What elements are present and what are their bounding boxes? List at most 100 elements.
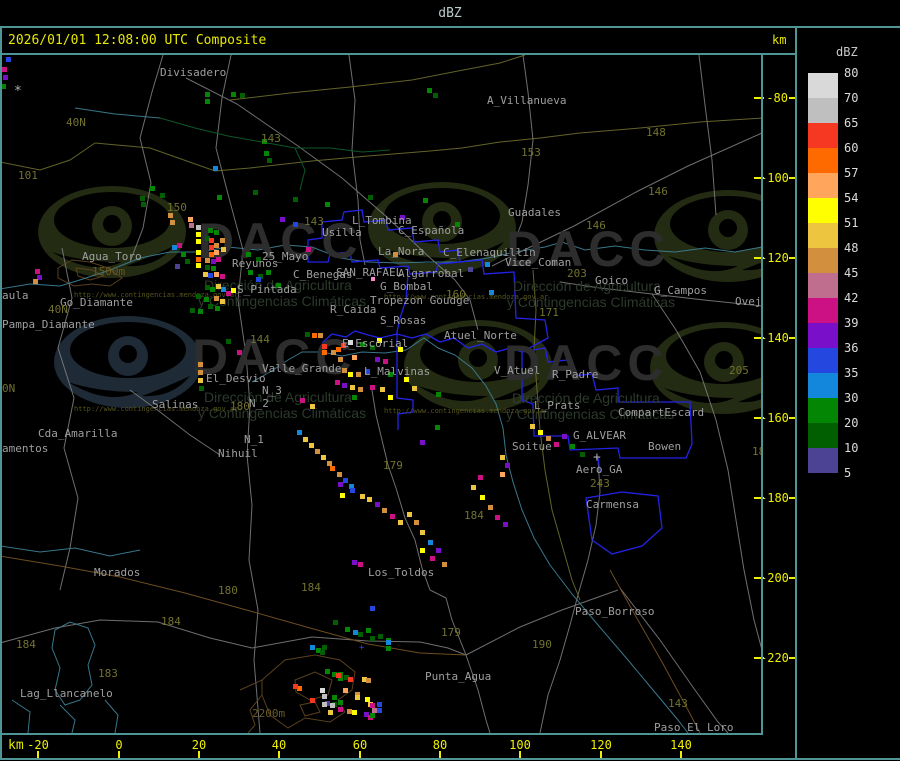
radar-echo [430,556,435,561]
radar-echo [181,252,186,257]
radar-echo [433,93,438,98]
route-number-label: 180 [218,584,238,597]
place-label: Goico [595,274,629,287]
radar-echo [337,472,342,477]
colorbar-tick-label: 60 [844,141,859,155]
route-number-label: 143 [304,215,324,228]
radar-echo [248,270,253,275]
radar-echo [442,562,447,567]
place-label: N_2 [249,397,269,410]
colorbar-swatch [808,448,838,473]
panel-right-border [795,26,797,760]
place-label: CompartEscard [618,406,705,419]
colorbar-tick-label: 20 [844,416,859,430]
colorbar-tick-label: 54 [844,191,859,205]
radar-echo [580,452,585,457]
place-label: N_1 [244,433,264,446]
radar-echo [198,370,203,375]
radar-echo [355,695,360,700]
map-layer-routes-brown [2,555,701,733]
radar-echo [538,430,543,435]
radar-echo [196,257,201,262]
radar-echo [468,267,473,272]
place-label: S_Pintada [237,283,297,296]
title-bar: dBZ [0,0,900,26]
radar-echo [315,449,320,454]
radar-echo [480,495,485,500]
radar-echo [3,75,8,80]
radar-echo [264,151,269,156]
route-number-label: 0N [2,382,16,395]
radar-echo [189,223,194,228]
radar-echo [322,702,327,707]
radar-echo [336,673,341,678]
place-label: Soitue [512,440,552,453]
bottom-axis-tick-label: 80 [432,738,448,752]
colorbar-swatch [808,273,838,298]
route-number-label: 40N [66,116,86,129]
radar-echo [293,222,298,227]
colorbar-tick-label: 10 [844,441,859,455]
radar-echo [423,198,428,203]
radar-echo [303,437,308,442]
route-number-label: 190 [532,638,552,651]
radar-echo [360,494,365,499]
radar-echo [435,425,440,430]
radar-echo [375,357,380,362]
radar-echo [427,88,432,93]
radar-echo [348,677,353,682]
place-label: Cda_Amarilla [38,427,118,440]
route-number-label: 144 [250,333,270,346]
radar-echo [280,217,285,222]
map-top-border [0,53,797,55]
radar-echo [358,562,363,567]
right-axis-tick-label: -120 [760,251,789,265]
route-number-label: 150 [167,201,187,214]
radar-echo [208,273,213,278]
right-axis-tick-label: -80 [766,91,788,105]
page-title: dBZ [438,6,462,21]
radar-echo [196,239,201,244]
colorbar-swatch [808,398,838,423]
right-axis-tick-label: -200 [760,571,789,585]
radar-echo [215,306,220,311]
place-label: Pampa_Diamante [2,318,95,331]
radar-echo [370,713,375,718]
radar-echo [375,502,380,507]
radar-echo [338,707,343,712]
radar-echo [220,274,225,279]
place-label: L_Malvinas [364,365,431,378]
radar-echo [208,304,213,309]
map-right-border [761,53,763,735]
site-cross-marker: + [593,450,601,465]
radar-echo [370,636,375,641]
km-unit-top: km [772,33,787,47]
colorbar-swatch [808,73,838,98]
place-label: C_Benegas [293,268,353,281]
bottom-axis-tick [600,751,602,758]
radar-echo [352,710,357,715]
radar-echo [345,627,350,632]
radar-echo [2,67,7,72]
route-number-label: 184 [16,638,36,651]
colorbar-swatch [808,98,838,123]
radar-echo [407,512,412,517]
radar-echo [358,387,363,392]
radar-echo [322,350,327,355]
place-label: amentos [2,442,49,455]
radar-echo [190,308,195,313]
radar-echo [343,688,348,693]
radar-echo [436,392,441,397]
route-number-label: 146 [586,219,606,232]
radar-echo [196,232,201,237]
colorbar-swatch [808,348,838,373]
radar-echo [310,698,315,703]
radar-echo [199,386,204,391]
agency-watermark-text: Dirección de Agricultura [513,278,661,294]
bottom-axis-tick [680,751,682,758]
radar-echo [297,430,302,435]
colorbar-title: dBZ [836,45,858,59]
radar-echo [175,264,180,269]
colorbar-swatch [808,248,838,273]
route-number-label: 40N [48,303,68,316]
